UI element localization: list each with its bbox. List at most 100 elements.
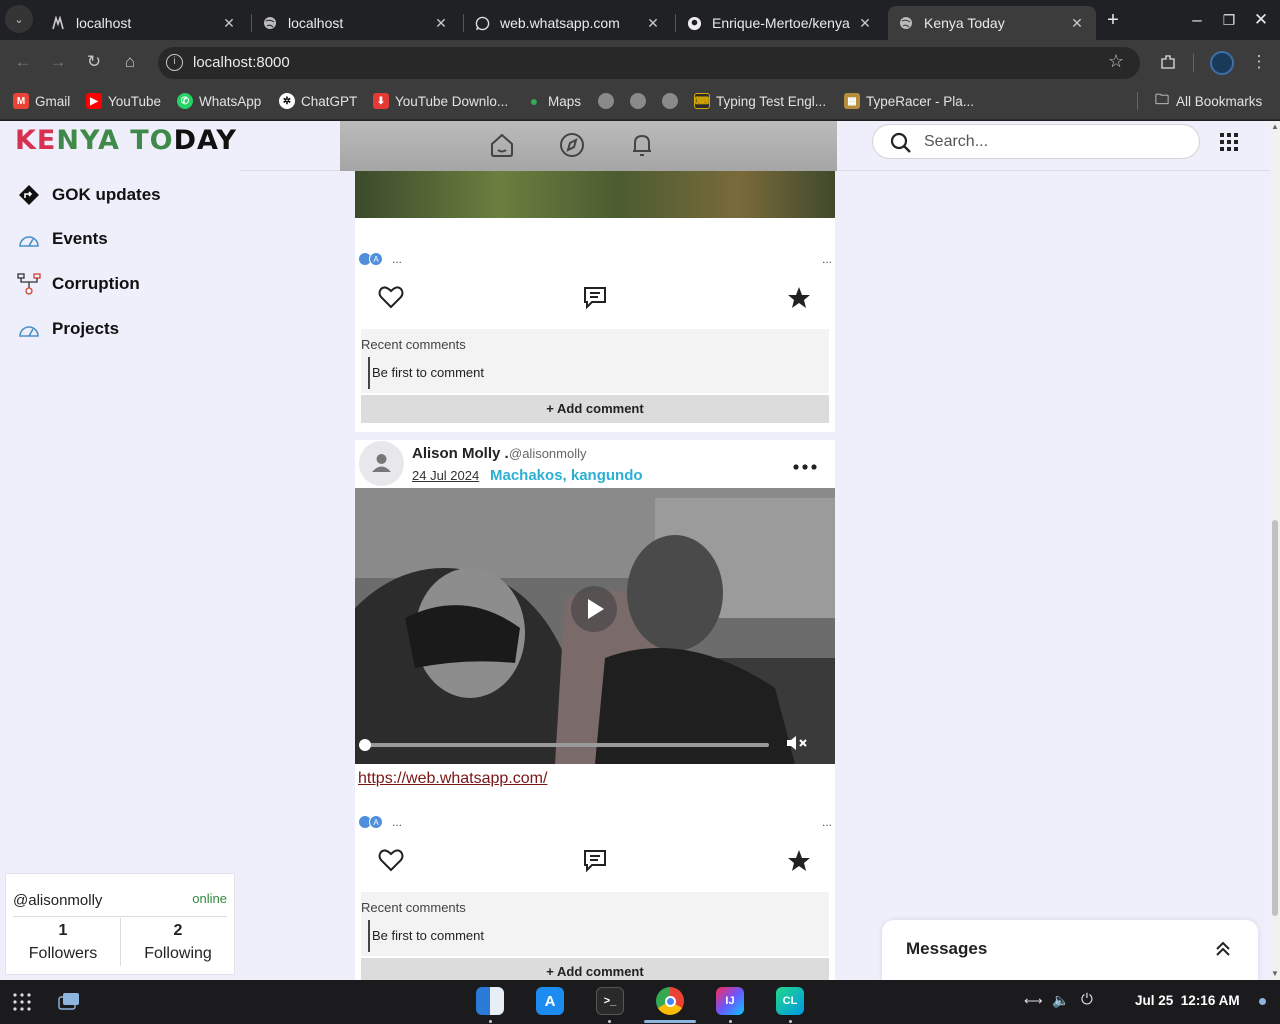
nav-corruption[interactable]: Corruption xyxy=(16,269,140,299)
more-dots[interactable]: ... xyxy=(822,252,832,266)
compass-icon[interactable] xyxy=(558,131,586,164)
bookmark-globe-1[interactable] xyxy=(598,92,620,110)
bookmark-chatgpt[interactable]: ✲ ChatGPT xyxy=(279,92,357,110)
all-bookmarks-button[interactable]: 🗀 All Bookmarks xyxy=(1154,91,1262,110)
nav-events[interactable]: Events xyxy=(16,224,108,254)
reaction-summary[interactable]: A ... ... xyxy=(358,815,832,829)
app-store-icon[interactable]: A xyxy=(536,987,564,1015)
bookmark-maps[interactable]: ● Maps xyxy=(526,92,581,110)
apps-grid-icon[interactable] xyxy=(1219,132,1239,157)
typeracer-icon: ▦ xyxy=(844,93,860,109)
forward-button[interactable]: → xyxy=(43,47,73,77)
close-icon[interactable]: ✕ xyxy=(1068,15,1086,32)
windmill-icon xyxy=(50,15,66,31)
bookmark-typing-test[interactable]: ⌨ Typing Test Engl... xyxy=(694,92,826,110)
close-icon[interactable]: ✕ xyxy=(856,15,874,32)
close-icon[interactable]: ✕ xyxy=(432,15,450,32)
post-image[interactable] xyxy=(355,171,835,218)
tab-4[interactable]: Enrique-Mertoe/kenya ✕ xyxy=(676,6,884,40)
bell-icon[interactable] xyxy=(628,131,656,164)
scrollbar-thumb[interactable] xyxy=(1272,520,1278,916)
star-icon[interactable] xyxy=(786,848,812,879)
video-progress-track[interactable] xyxy=(365,743,769,747)
add-comment-button[interactable]: + Add comment xyxy=(361,395,829,423)
intellij-icon[interactable]: IJ xyxy=(716,987,744,1015)
reactor-avatar: A xyxy=(369,815,383,829)
network-icon[interactable]: ⟷ xyxy=(1024,993,1043,1009)
followers-stat[interactable]: 1 Followers xyxy=(6,922,120,963)
post-date[interactable]: 24 Jul 2024 xyxy=(412,468,479,483)
avatar[interactable] xyxy=(359,441,404,486)
terminal-icon[interactable]: >_ xyxy=(596,987,624,1015)
site-logo[interactable]: KENYA TODAY xyxy=(15,125,237,156)
reload-button[interactable]: ↻ xyxy=(79,47,109,77)
notification-dot[interactable] xyxy=(1259,998,1266,1005)
reaction-summary[interactable]: A ... ... xyxy=(358,252,832,266)
bookmark-star-icon[interactable]: ☆ xyxy=(1108,51,1124,72)
menu-kebab-icon[interactable]: ⋮ xyxy=(1244,47,1274,77)
new-tab-button[interactable]: + xyxy=(1098,5,1128,35)
comment-icon[interactable] xyxy=(582,284,608,315)
bookmark-gmail[interactable]: M Gmail xyxy=(13,92,70,110)
more-horizontal-icon[interactable] xyxy=(793,458,817,476)
chevron-up-double-icon[interactable] xyxy=(1214,940,1232,963)
bookmark-globe-3[interactable] xyxy=(662,92,684,110)
nav-projects[interactable]: Projects xyxy=(16,314,119,344)
bookmark-label: Gmail xyxy=(35,93,71,109)
comment-icon[interactable] xyxy=(582,847,608,878)
bookmark-typeracer[interactable]: ▦ TypeRacer - Pla... xyxy=(844,92,974,110)
close-icon[interactable]: ✕ xyxy=(644,15,662,32)
restore-button[interactable]: ❐ xyxy=(1214,5,1244,35)
home-icon[interactable] xyxy=(488,131,516,164)
post-author[interactable]: Alison Molly . xyxy=(412,445,509,462)
bookmark-whatsapp[interactable]: ✆ WhatsApp xyxy=(177,92,261,110)
play-button[interactable] xyxy=(571,586,617,632)
tab-1[interactable]: localhost ✕ xyxy=(40,6,248,40)
volume-icon[interactable]: 🔈 xyxy=(1052,992,1069,1009)
url-text: localhost:8000 xyxy=(193,54,290,71)
nav-gok-updates[interactable]: GOK updates xyxy=(16,180,161,210)
home-button[interactable]: ⌂ xyxy=(115,47,145,77)
bookmark-youtube-downloader[interactable]: ⬇ YouTube Downlo... xyxy=(373,92,508,110)
profile-handle[interactable]: @alisonmolly xyxy=(13,892,102,909)
site-info-icon[interactable]: i xyxy=(166,54,183,71)
chrome-icon[interactable] xyxy=(656,987,684,1015)
tab-3[interactable]: web.whatsapp.com ✕ xyxy=(464,6,672,40)
bookmark-youtube[interactable]: ▶ YouTube xyxy=(86,92,161,110)
clock[interactable]: Jul 25 12:16 AM xyxy=(1135,993,1240,1008)
post-video[interactable] xyxy=(355,488,835,764)
minimize-button[interactable]: – xyxy=(1182,5,1212,35)
close-icon[interactable]: ✕ xyxy=(220,15,238,32)
tab-search-button[interactable]: ⌄ xyxy=(5,5,33,33)
search-input[interactable]: Search... xyxy=(872,124,1200,159)
logo-part: TO xyxy=(130,125,174,156)
bookmark-globe-2[interactable] xyxy=(630,92,652,110)
power-icon[interactable]: ⏻ xyxy=(1081,991,1093,1008)
heart-icon[interactable] xyxy=(377,847,405,878)
clion-icon[interactable]: CL xyxy=(776,987,804,1015)
app-launcher-icon[interactable] xyxy=(12,992,32,1017)
messages-panel[interactable]: Messages xyxy=(882,920,1258,980)
address-bar[interactable]: i localhost:8000 ☆ xyxy=(158,47,1140,79)
extensions-icon[interactable] xyxy=(1153,47,1183,77)
search-icon xyxy=(890,132,912,159)
following-stat[interactable]: 2 Following xyxy=(121,922,235,963)
heart-icon[interactable] xyxy=(377,284,405,315)
close-window-button[interactable]: ✕ xyxy=(1246,5,1276,35)
profile-avatar[interactable] xyxy=(1210,51,1234,75)
more-dots[interactable]: ... xyxy=(822,815,832,829)
post-location[interactable]: Machakos, kangundo xyxy=(490,467,643,484)
back-button[interactable]: ← xyxy=(8,47,38,77)
scroll-down-arrow[interactable]: ▼ xyxy=(1271,969,1279,978)
post-link[interactable]: https://web.whatsapp.com/ xyxy=(358,770,547,788)
post-handle[interactable]: @alisonmolly xyxy=(509,446,587,461)
scroll-up-arrow[interactable]: ▲ xyxy=(1271,122,1279,131)
video-progress-handle[interactable] xyxy=(359,739,371,751)
tab-5-active[interactable]: Kenya Today ✕ xyxy=(888,6,1096,40)
workspaces-icon[interactable] xyxy=(58,992,80,1015)
mute-icon[interactable] xyxy=(785,734,809,757)
tab-2[interactable]: localhost ✕ xyxy=(252,6,460,40)
followers-count: 1 xyxy=(58,922,68,939)
finder-icon[interactable] xyxy=(476,987,504,1015)
star-icon[interactable] xyxy=(786,285,812,316)
